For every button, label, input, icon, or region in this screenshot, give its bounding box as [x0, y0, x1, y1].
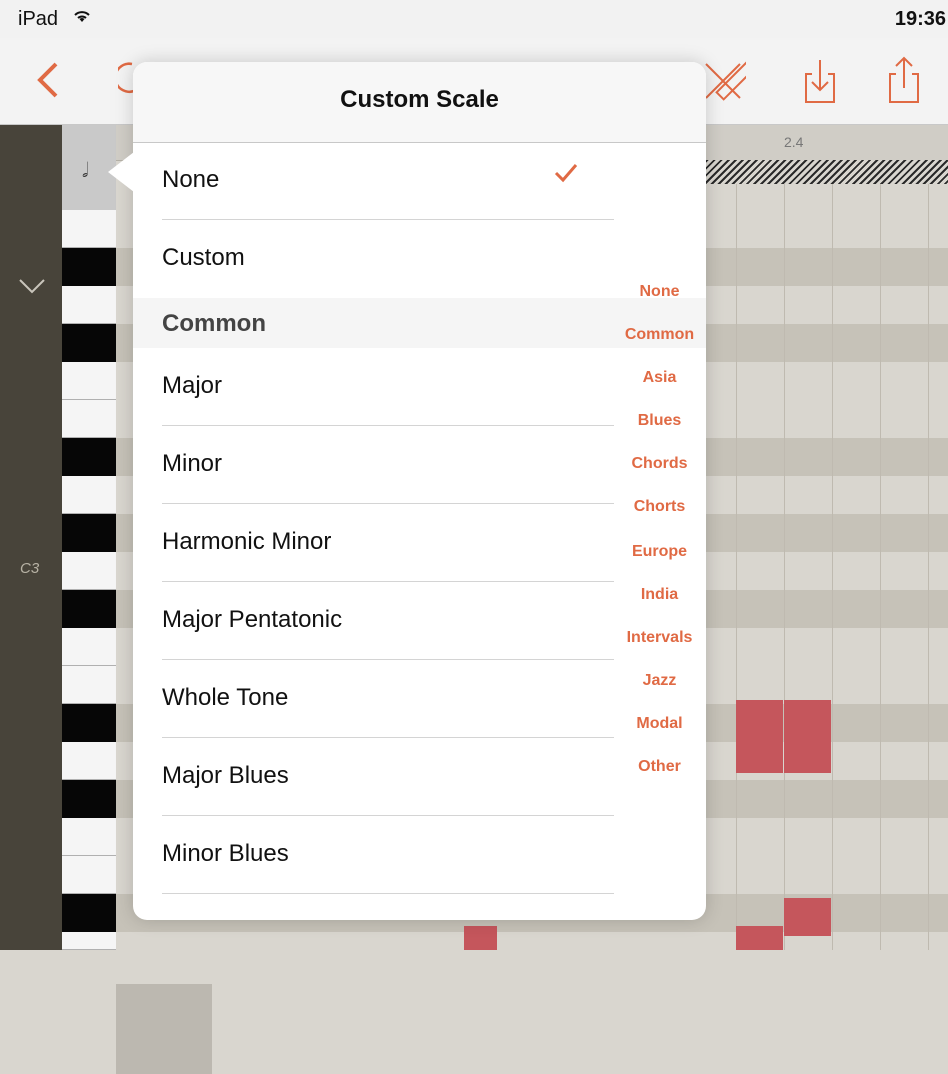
scale-item-label: None [162, 166, 220, 193]
scale-item-custom[interactable]: Custom [133, 220, 613, 298]
piano-key[interactable] [62, 248, 116, 286]
index-item[interactable]: India [613, 586, 706, 604]
piano-key[interactable] [62, 780, 116, 818]
midi-note[interactable] [736, 738, 783, 773]
piano-key[interactable] [62, 590, 116, 628]
bar-label: 2.4 [784, 134, 804, 150]
scale-item-major[interactable]: Major [133, 348, 614, 426]
piano-key[interactable] [62, 210, 116, 248]
import-icon[interactable] [802, 58, 838, 104]
grid-line [784, 184, 785, 950]
loop-region[interactable] [706, 160, 948, 184]
grid-line [928, 184, 929, 950]
piano-key[interactable] [62, 704, 116, 742]
checkmark-icon [553, 160, 579, 186]
scale-item-whole-tone[interactable]: Whole Tone [133, 660, 614, 738]
index-item[interactable]: Intervals [613, 629, 706, 647]
share-icon[interactable] [884, 54, 924, 104]
grid-line [832, 184, 833, 950]
scale-item-minor-blues[interactable]: Minor Blues [133, 816, 614, 894]
popover-header: Custom Scale [133, 62, 706, 143]
track-sidebar [0, 124, 62, 950]
piano-key[interactable] [62, 856, 116, 894]
carrier-label: iPad [18, 8, 59, 30]
grid-line [880, 184, 881, 950]
divider [162, 893, 614, 894]
scale-item-label: Whole Tone [162, 684, 289, 711]
index-item[interactable]: Chords [613, 455, 706, 473]
piano-key[interactable] [62, 476, 116, 514]
piano-key[interactable] [62, 514, 116, 552]
midi-note[interactable] [784, 738, 831, 773]
index-item[interactable]: Europe [613, 543, 706, 561]
scale-item-major-pentatonic[interactable]: Major Pentatonic [133, 582, 614, 660]
custom-scale-popover: Custom Scale None Custom Common Major Mi… [133, 62, 706, 920]
index-item[interactable]: None [613, 283, 706, 301]
scale-item-label: Major [162, 372, 223, 399]
piano-key[interactable] [62, 286, 116, 324]
piano-key[interactable] [62, 666, 116, 704]
piano-key[interactable] [62, 362, 116, 400]
index-item[interactable]: Jazz [613, 672, 706, 690]
index-item[interactable]: Modal [613, 715, 706, 733]
piano-keyboard[interactable] [62, 210, 116, 950]
scale-item-none[interactable]: None [133, 142, 614, 220]
scale-item-label: Major Blues [162, 762, 289, 789]
section-title: Common [162, 310, 266, 337]
index-item[interactable]: Other [613, 758, 706, 776]
index-item[interactable]: Common [613, 326, 706, 344]
piano-key[interactable] [62, 894, 116, 932]
midi-note[interactable] [784, 898, 831, 936]
scale-item-harmonic-minor[interactable]: Harmonic Minor [133, 504, 614, 582]
index-item[interactable]: Blues [613, 412, 706, 430]
piano-key[interactable] [62, 324, 116, 362]
piano-key[interactable] [62, 628, 116, 666]
midi-note[interactable] [464, 926, 497, 950]
clock: 19:36 [894, 8, 946, 30]
scale-list[interactable]: None Custom Common Major Minor Harmonic … [133, 142, 706, 920]
piano-key[interactable] [62, 742, 116, 780]
grid-line [736, 184, 737, 950]
index-item[interactable]: Chorts [613, 498, 706, 516]
popover-arrow [108, 152, 134, 192]
scale-item-minor[interactable]: Minor [133, 426, 614, 504]
wifi-icon [72, 8, 92, 29]
collapse-chevron-icon[interactable] [18, 274, 46, 296]
midi-note[interactable] [736, 700, 783, 738]
scale-item-major-blues[interactable]: Major Blues [133, 738, 614, 816]
scale-item-label: Minor Blues [162, 840, 289, 867]
ruler-pencil-icon[interactable] [700, 58, 755, 104]
status-bar: iPad 19:36 [0, 0, 948, 38]
piano-key[interactable] [62, 818, 116, 856]
scale-item-label: Custom [162, 244, 245, 271]
scale-item-label: Minor [162, 450, 223, 477]
midi-note[interactable] [736, 926, 783, 950]
popover-title: Custom Scale [340, 86, 499, 113]
midi-note[interactable] [784, 700, 831, 738]
piano-key[interactable] [62, 552, 116, 590]
grid-shade [116, 984, 212, 1074]
piano-key[interactable] [62, 438, 116, 476]
piano-key[interactable] [62, 400, 116, 438]
octave-label: C3 [20, 560, 40, 577]
scale-item-label: Major Pentatonic [162, 606, 343, 633]
piano-key[interactable] [62, 932, 116, 950]
half-note-icon: 𝅗𝅥 [82, 160, 89, 182]
index-item[interactable]: Asia [613, 369, 706, 387]
scale-item-label: Harmonic Minor [162, 528, 332, 555]
back-chevron-icon[interactable] [30, 60, 66, 100]
